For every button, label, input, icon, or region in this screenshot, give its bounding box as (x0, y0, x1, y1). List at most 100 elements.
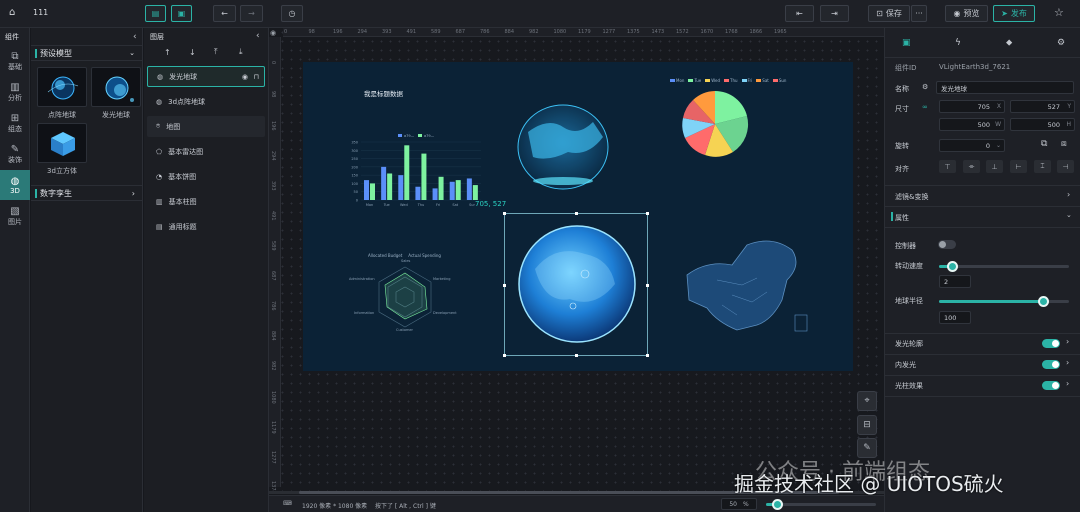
rotate-input[interactable]: 0 ⌄ (939, 139, 1005, 152)
export-button[interactable]: ⇥ (820, 5, 849, 22)
move-up-icon[interactable]: ↑ (164, 48, 171, 57)
resize-handle[interactable] (503, 284, 506, 287)
move-top-icon[interactable]: ⤒ (214, 47, 218, 57)
y-input[interactable]: 527 Y (1010, 100, 1075, 113)
link-icon[interactable]: ∞ (922, 103, 928, 111)
beam-effect-toggle[interactable] (1042, 381, 1060, 390)
glow-outline-toggle[interactable] (1042, 339, 1060, 348)
height-input[interactable]: 500 H (1010, 118, 1075, 131)
eye-icon[interactable]: ◉ (242, 73, 248, 81)
section-digital-twin[interactable]: 数字孪生 › (31, 185, 142, 201)
beam-effect-label[interactable]: 光柱效果 (895, 381, 923, 391)
save-button[interactable]: ⊡ 保存 (868, 5, 910, 22)
x-input[interactable]: 705 X (939, 100, 1005, 113)
move-down-icon[interactable]: ↓ (189, 48, 196, 57)
filter-section[interactable]: 滤镜&变换 (895, 192, 928, 202)
unlock-icon[interactable]: ⊓ (254, 73, 259, 81)
eye-icon[interactable]: ◉ (270, 29, 276, 37)
section-preset-models[interactable]: 预设模型 ⌄ (31, 45, 142, 61)
star-icon[interactable]: ☆ (1054, 6, 1064, 19)
resize-handle[interactable] (575, 354, 578, 357)
resize-handle[interactable] (575, 212, 578, 215)
nav-item-decoration[interactable]: ✎ 装饰 (0, 139, 30, 169)
inner-glow-toggle[interactable] (1042, 360, 1060, 369)
chevron-right-icon[interactable]: › (1067, 190, 1070, 199)
settings-icon[interactable]: ⚙ (1057, 38, 1065, 48)
speed-input[interactable]: 2 (939, 275, 971, 288)
align-right-button[interactable]: ⊣ (1057, 160, 1074, 173)
nav-item-image[interactable]: ▧ 图片 (0, 201, 30, 231)
nav-item-basic[interactable]: ⧉ 基础 (0, 46, 30, 76)
preview-button[interactable]: ◉ 预览 (945, 5, 988, 22)
nav-item-config[interactable]: ⊞ 组态 (0, 108, 30, 138)
dot-earth-globe[interactable] (508, 77, 628, 192)
controller-toggle[interactable] (938, 240, 956, 249)
fit-button[interactable]: ⊟ (857, 415, 877, 435)
zoom-input[interactable]: 50% (721, 498, 757, 510)
history-button[interactable]: ◷ (281, 5, 303, 22)
glow-outline-label[interactable]: 发光轮廓 (895, 339, 923, 349)
layer-item-bar[interactable]: ▥ 基本柱图 (147, 191, 265, 212)
selection-box[interactable] (503, 212, 649, 357)
pie-chart[interactable] (663, 76, 783, 166)
layer-item-map[interactable]: ⌾ 地图 (147, 116, 265, 137)
publish-button[interactable]: ➤ 发布 (993, 5, 1035, 22)
china-map[interactable] (677, 230, 817, 345)
width-input[interactable]: 500 W (939, 118, 1005, 131)
ruler-tick: 0 (270, 61, 276, 65)
align-bottom-button[interactable]: ⊥ (986, 160, 1003, 173)
resize-handle[interactable] (646, 212, 649, 215)
radius-input[interactable]: 100 (939, 311, 971, 324)
align-vcenter-button[interactable]: ⌯ (963, 160, 980, 173)
resize-handle[interactable] (646, 354, 649, 357)
resize-handle[interactable] (646, 284, 649, 287)
layer-item-glow-earth[interactable]: ◍ 发光地球 ◉ ⊓ (147, 66, 265, 87)
speed-slider[interactable] (939, 261, 1069, 272)
align-left-button[interactable]: ⊢ (1010, 160, 1027, 173)
undo-button[interactable]: ← (213, 5, 236, 22)
align-top-button[interactable]: ⊤ (939, 160, 956, 173)
layer-item-title[interactable]: ▤ 通用标题 (147, 216, 265, 237)
flip-horizontal-icon[interactable]: ⧉ (1041, 139, 1047, 149)
chevron-right-icon[interactable]: › (1066, 358, 1069, 367)
name-input[interactable]: 发光地球 (936, 81, 1074, 94)
layer-item-dot-earth[interactable]: ◍ 3d点阵地球 (147, 91, 265, 112)
collapse-icon[interactable]: ‹ (256, 31, 260, 41)
component-panel-toggle-button[interactable]: ▣ (171, 5, 192, 22)
slider-knob[interactable] (1038, 296, 1049, 307)
lightning-icon[interactable]: ϟ (955, 38, 961, 48)
locate-button[interactable]: ⌖ (857, 391, 877, 411)
bar-chart[interactable]: 350300250200150100500Mon Tue Wed Thu Fri Sat S… (341, 132, 491, 212)
more-button[interactable]: ··· (911, 5, 927, 22)
import-button[interactable]: ⇤ (785, 5, 814, 22)
collapse-icon[interactable]: ‹ (133, 32, 137, 42)
chevron-down-icon[interactable]: ⌄ (1066, 211, 1072, 219)
design-canvas[interactable]: 我是标题数据 350 300 250 200 150 100 50 0 Mon Tue Wed Thu… (303, 62, 853, 371)
attr-section[interactable]: 属性 (895, 213, 909, 223)
model-glow-earth[interactable] (91, 67, 141, 107)
home-icon[interactable]: ⌂ (9, 7, 15, 18)
model-3d-cube[interactable] (37, 123, 87, 163)
chevron-right-icon[interactable]: › (1066, 379, 1069, 388)
resize-handle[interactable] (503, 354, 506, 357)
resize-handle[interactable] (503, 212, 506, 215)
layer-panel-toggle-button[interactable]: ▤ (145, 5, 166, 22)
zoom-slider[interactable] (766, 499, 876, 510)
inner-glow-label[interactable]: 内发光 (895, 360, 916, 370)
radar-chart[interactable] (348, 252, 488, 342)
slider-knob[interactable] (772, 499, 783, 510)
layout-icon[interactable]: ▣ (902, 38, 911, 48)
flip-vertical-icon[interactable]: ⧈ (1061, 139, 1067, 149)
chevron-right-icon[interactable]: › (1066, 337, 1069, 346)
layer-item-radar[interactable]: ⬠ 基本雷达图 (147, 141, 265, 162)
slider-knob[interactable] (947, 261, 958, 272)
drop-icon[interactable]: ⬥ (1006, 38, 1012, 48)
redo-button[interactable]: → (240, 5, 263, 22)
model-dot-earth[interactable] (37, 67, 87, 107)
nav-item-analysis[interactable]: ▥ 分析 (0, 77, 30, 107)
layer-item-pie[interactable]: ◔ 基本饼图 (147, 166, 265, 187)
radius-slider[interactable] (939, 296, 1069, 307)
align-hcenter-button[interactable]: ⌶ (1034, 160, 1051, 173)
move-bottom-icon[interactable]: ⤓ (239, 47, 243, 57)
nav-item-3d[interactable]: ◍ 3D (0, 170, 30, 200)
